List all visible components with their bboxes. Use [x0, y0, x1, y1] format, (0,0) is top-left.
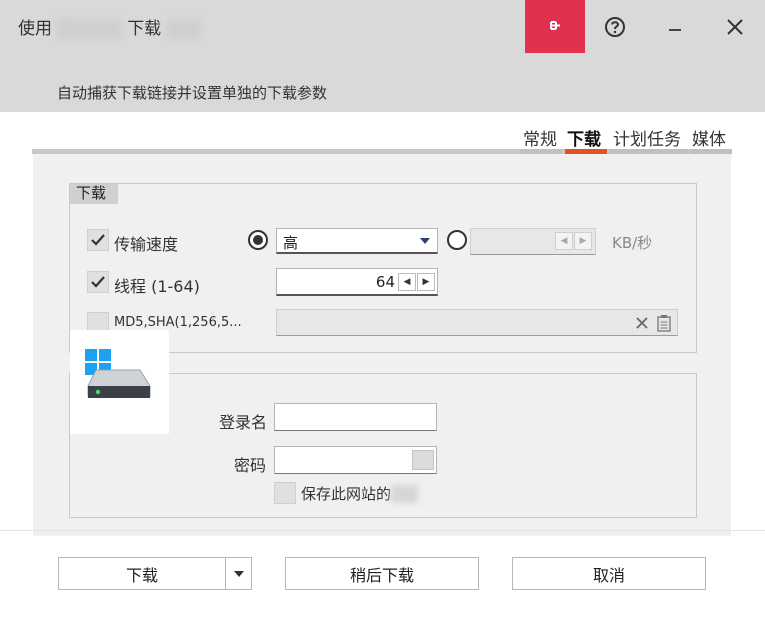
close-button[interactable] — [705, 0, 765, 53]
clear-icon[interactable] — [635, 316, 649, 330]
pin-button[interactable] — [525, 0, 585, 53]
speed-custom-input[interactable]: ◀ ▶ — [470, 228, 596, 255]
threads-stepper[interactable]: 64 ◀ ▶ — [276, 268, 438, 296]
username-input[interactable] — [274, 403, 437, 431]
minimize-icon — [669, 28, 681, 31]
checkmark-icon — [91, 276, 105, 288]
cancel-button[interactable]: 取消 — [512, 557, 706, 590]
dialog-subtitle: 自动捕获下载链接并设置单独的下载参数 — [57, 84, 328, 102]
footer-separator — [0, 530, 765, 531]
hash-input[interactable] — [276, 309, 678, 336]
title-text-mid: 下载 — [127, 19, 162, 39]
checkmark-icon — [91, 234, 105, 246]
tab-download[interactable]: 下载 — [567, 125, 601, 150]
download-options-button[interactable] — [225, 557, 252, 590]
show-password-button[interactable] — [412, 450, 434, 470]
help-icon — [605, 16, 625, 37]
save-credentials-blurred: xxx — [391, 485, 418, 503]
drive-thumbnail — [70, 330, 169, 434]
threads-decrement-button[interactable]: ◀ — [398, 273, 416, 291]
hash-label: MD5,SHA(1,256,5... — [114, 315, 242, 330]
chevron-down-icon — [233, 570, 244, 577]
speed-limit-checkbox[interactable] — [87, 229, 109, 251]
download-later-button[interactable]: 稍后下载 — [285, 557, 479, 590]
download-button[interactable]: 下载 — [58, 557, 226, 590]
minimize-button[interactable] — [645, 0, 705, 53]
tab-schedule[interactable]: 计划任务 — [613, 125, 681, 150]
download-group-legend: 下载 — [70, 184, 118, 204]
hard-drive-icon — [87, 369, 151, 398]
speed-preset-radio[interactable] — [248, 230, 268, 250]
speed-unit-label: KB/秒 — [612, 234, 653, 252]
pin-icon — [550, 20, 560, 30]
save-credentials-text: 保存此网站的 — [301, 485, 392, 503]
clipboard-icon[interactable] — [657, 314, 671, 332]
title-blurred-suffix: xxx — [166, 19, 201, 39]
close-icon — [727, 18, 743, 35]
speed-limit-label: 传输速度 — [114, 235, 179, 254]
threads-checkbox[interactable] — [87, 271, 109, 293]
speed-preset-dropdown[interactable] — [276, 228, 438, 254]
password-input[interactable] — [274, 446, 437, 474]
threads-increment-button[interactable]: ▶ — [417, 273, 435, 291]
title-blurred-app-name: xxxxxx — [57, 19, 122, 39]
password-label: 密码 — [234, 456, 267, 475]
speed-decrement-button[interactable]: ◀ — [555, 232, 573, 250]
window-title: 使用 xxxxxx 下载 xxx — [18, 14, 201, 39]
title-text-prefix: 使用 — [18, 19, 52, 39]
threads-value: 64 — [375, 273, 395, 291]
save-credentials-checkbox[interactable] — [274, 482, 296, 504]
tab-media[interactable]: 媒体 — [692, 125, 726, 150]
chevron-down-icon — [420, 238, 430, 244]
tab-general[interactable]: 常规 — [523, 125, 557, 150]
save-credentials-label: 保存此网站的xxx — [301, 483, 418, 504]
help-button[interactable] — [585, 0, 645, 53]
threads-label: 线程 (1-64) — [114, 277, 200, 296]
username-label: 登录名 — [219, 413, 268, 432]
speed-custom-radio[interactable] — [447, 230, 467, 250]
speed-increment-button[interactable]: ▶ — [574, 232, 592, 250]
speed-preset-value: 高 — [283, 234, 299, 252]
